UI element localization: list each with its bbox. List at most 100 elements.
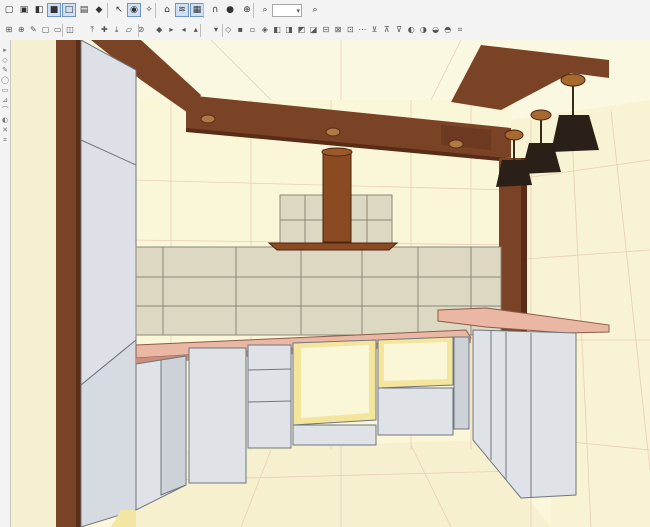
side-tool-icon: ⌗ [3, 136, 7, 144]
side-tool-button[interactable]: ⌒ [1, 106, 9, 114]
tool-button[interactable]: ◨ [283, 24, 295, 36]
zoom-in-button[interactable]: ⌕ [258, 3, 272, 17]
cube-solid-icon: ■ [49, 5, 59, 15]
tool-button[interactable]: ◓ [442, 24, 454, 36]
toolbar-separator [138, 24, 139, 37]
tool-button[interactable]: ⤒ [86, 24, 98, 36]
toolbar-separator [222, 24, 223, 37]
cube-solid-button[interactable]: ■ [47, 3, 61, 17]
cube-outline-icon: ▣ [19, 5, 29, 15]
cube-view-icon: ▢ [4, 5, 14, 15]
tool-icon: ▢ [41, 25, 50, 34]
tool-icon: ▾ [213, 25, 218, 34]
toolbar-separator [253, 3, 254, 18]
render-button[interactable]: ◉ [127, 3, 141, 17]
tool-button[interactable]: ⊞ [3, 24, 15, 36]
secondary-toolbar: ⊞ ⊕ ✎ ▢ ▭ ◫ ⤒ ✚ ⤓ ▱ ⊘ ◆ ▸ ◂ ▴ ▾ ◇ ▪ ▫ ◈ ◧ ◨ ◩ ◪ ⊟ ⊠ ⊡ ⋯ ⊻ ⊼ ⊽ ◐ ◑ ◒ ◓ ⌗ [0, 22, 650, 41]
cube-shaded-icon: ◧ [34, 5, 44, 15]
tool-icon: ◨ [285, 25, 293, 34]
top-toolbar: ▢ ▣ ◧ ■ □ ▤ ◆ ↖ ◉ ✧ ⌂ ≋ ▦ ∩ ● ⊕ ⌕ ⌕ ▾ [0, 0, 650, 23]
pointer-button[interactable]: ↖ [112, 3, 126, 17]
tool-icon: ⊼ [383, 25, 390, 34]
target-icon: ⊕ [243, 5, 251, 15]
tool-button[interactable]: ◫ [64, 24, 76, 36]
magnet-button[interactable]: ∩ [208, 3, 222, 17]
light-bulb-button[interactable]: ✧ [142, 3, 156, 17]
tool-button[interactable]: ▢ [40, 24, 52, 36]
zoom-out-button[interactable]: ⌕ [308, 3, 322, 17]
tool-button[interactable]: ▱ [123, 24, 135, 36]
tool-button[interactable]: ▸ [165, 24, 177, 36]
side-tool-icon: ⊿ [2, 96, 8, 104]
side-tool-button[interactable]: ⌗ [1, 136, 9, 144]
tool-button[interactable]: ⌗ [454, 24, 466, 36]
pendant-lamp-3 [496, 160, 532, 187]
cube-texture-button[interactable]: ▤ [77, 3, 91, 17]
side-tool-button[interactable]: ▸ [1, 46, 9, 54]
side-tool-icon: ▭ [1, 86, 9, 94]
tool-button[interactable]: ◈ [259, 24, 271, 36]
camera-button[interactable]: ⌂ [160, 3, 174, 17]
tool-button[interactable]: ◒ [430, 24, 442, 36]
side-tool-button[interactable]: ⊿ [1, 96, 9, 104]
zoom-select[interactable]: ▾ [272, 4, 302, 17]
tool-button[interactable]: ◂ [178, 24, 190, 36]
corner-cabinet [453, 336, 470, 430]
grid-button[interactable]: ▦ [190, 3, 204, 17]
tool-button[interactable]: ◐ [405, 24, 417, 36]
range-hood-top [321, 147, 353, 157]
tool-button[interactable]: ⊡ [344, 24, 356, 36]
tool-button[interactable]: ⊽ [393, 24, 405, 36]
tool-button[interactable]: ▪ [234, 24, 246, 36]
tool-button[interactable]: ⊠ [332, 24, 344, 36]
tool-button[interactable]: ⊘ [135, 24, 147, 36]
measure-button[interactable]: ≋ [175, 3, 189, 17]
camera-icon: ⌂ [164, 5, 170, 15]
tool-button[interactable]: ⊕ [15, 24, 27, 36]
tool-button[interactable]: ⋯ [356, 24, 368, 36]
tool-icon: ◒ [432, 25, 440, 34]
cube-outline-button[interactable]: ▣ [17, 3, 31, 17]
tool-button[interactable]: ⊼ [381, 24, 393, 36]
3d-viewport[interactable] [11, 40, 650, 527]
tool-button[interactable]: ✚ [98, 24, 110, 36]
tool-button[interactable]: ◪ [308, 24, 320, 36]
tool-button[interactable]: ⊟ [320, 24, 332, 36]
tool-icon: ⋯ [358, 25, 367, 34]
side-tool-button[interactable]: ✕ [1, 126, 9, 134]
stop-button[interactable]: ● [223, 3, 237, 17]
cube-shaded-button[interactable]: ◧ [32, 3, 46, 17]
tool-button[interactable]: ◑ [417, 24, 429, 36]
cabinet-under-oven [377, 387, 454, 436]
toolbar-separator [107, 3, 108, 18]
toolbar-separator [200, 24, 201, 37]
side-tool-icon: ⌒ [1, 106, 9, 114]
side-tool-button[interactable]: ◇ [1, 56, 9, 64]
target-button[interactable]: ⊕ [240, 3, 254, 17]
tool-icon: ◩ [297, 25, 306, 34]
tool-button[interactable]: ✎ [27, 24, 39, 36]
tool-button[interactable]: ◇ [222, 24, 234, 36]
tool-button[interactable]: ◆ [153, 24, 165, 36]
tool-button[interactable]: ▾ [210, 24, 222, 36]
side-tool-button[interactable]: ◯ [1, 76, 9, 84]
kitchen-scene [11, 40, 650, 527]
side-tool-button[interactable]: ✎ [1, 66, 9, 74]
tool-icon: ▫ [249, 25, 256, 34]
tool-button[interactable]: ⤓ [111, 24, 123, 36]
side-tool-button[interactable]: ◐ [1, 116, 9, 124]
tool-button[interactable]: ◩ [295, 24, 307, 36]
cube-view-button[interactable]: ▢ [2, 3, 16, 17]
cube-blue-icon: ◆ [95, 5, 103, 15]
tool-button[interactable]: ◧ [271, 24, 283, 36]
tool-button[interactable]: ▫ [247, 24, 259, 36]
grid-icon: ▦ [192, 5, 202, 15]
cube-blue-button[interactable]: ◆ [92, 3, 106, 17]
tool-button[interactable]: ⊻ [369, 24, 381, 36]
side-tool-icon: ◯ [1, 76, 9, 84]
tool-icon: ⊽ [396, 25, 402, 34]
side-tool-button[interactable]: ▭ [1, 86, 9, 94]
stop-icon: ● [226, 5, 234, 15]
base-cabinet-2 [188, 347, 247, 484]
cube-wire-button[interactable]: □ [62, 3, 76, 17]
